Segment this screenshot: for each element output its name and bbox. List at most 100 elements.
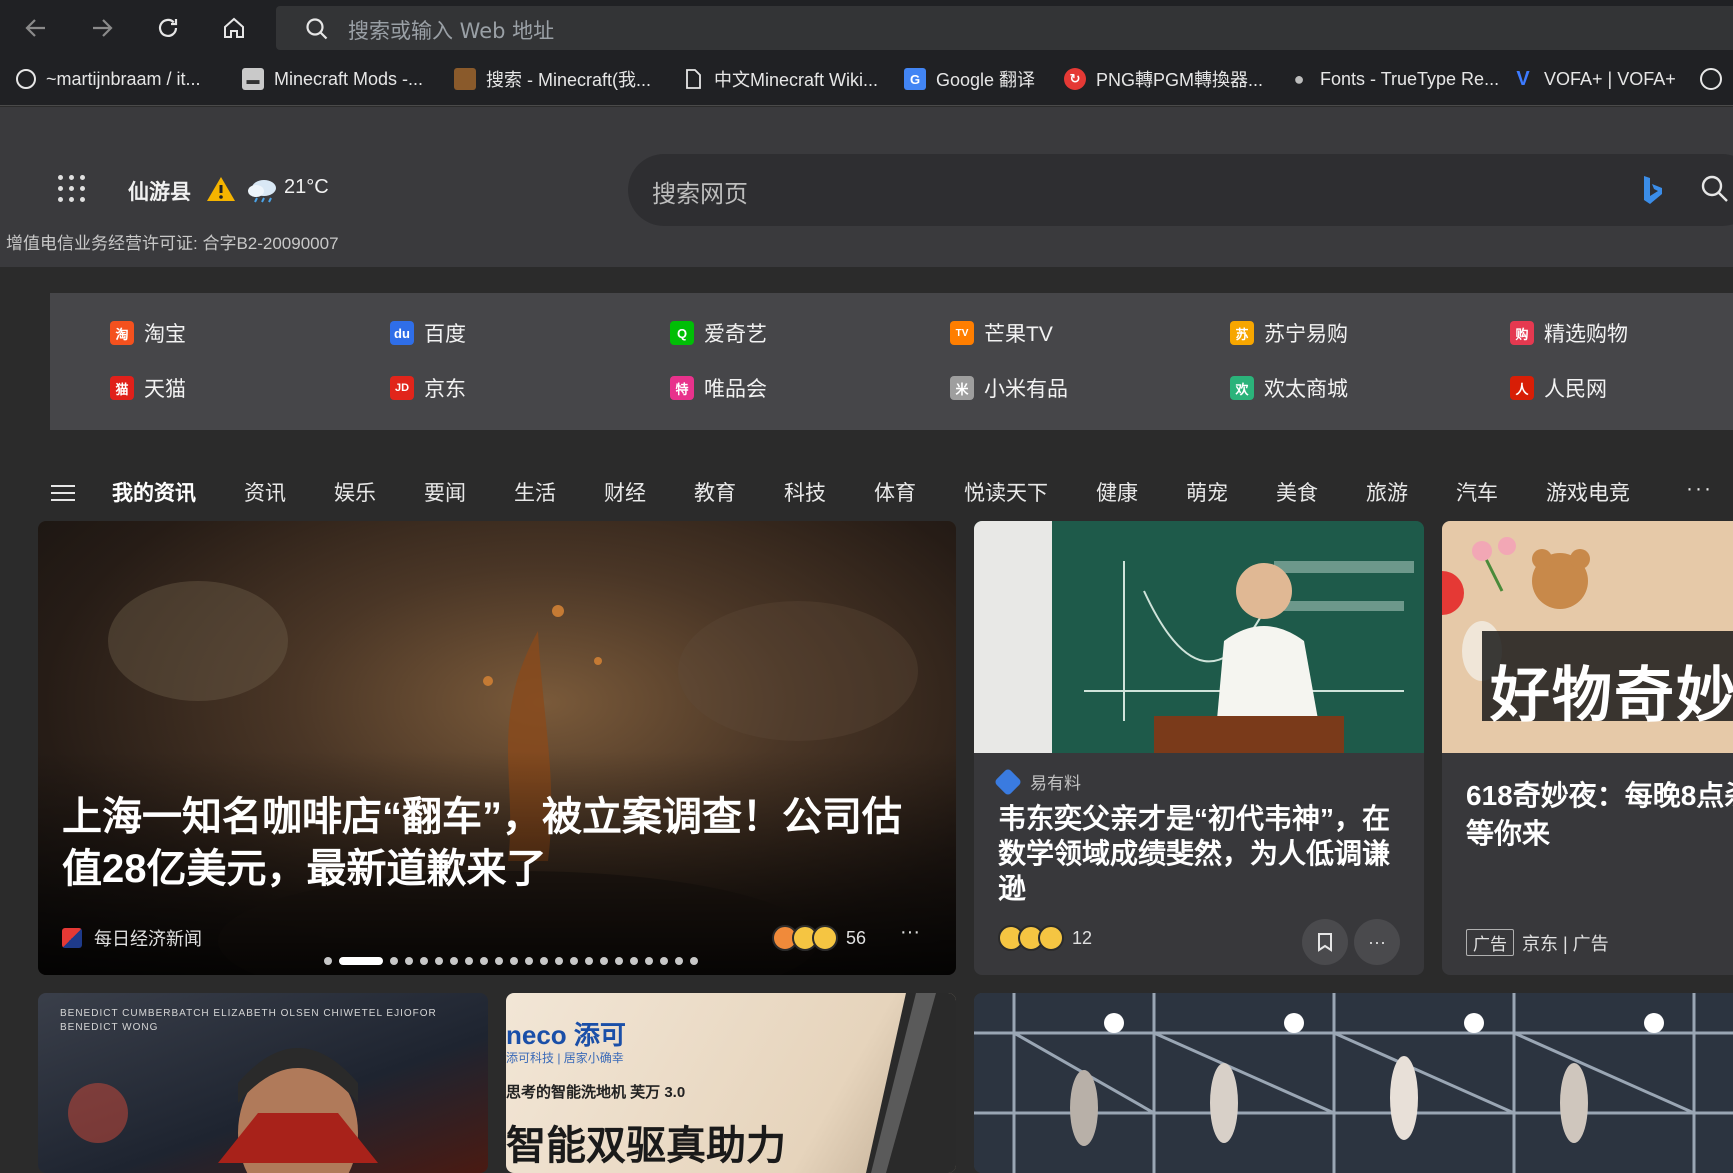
cry-emoji-icon xyxy=(1038,925,1064,951)
bookmark-item[interactable]: V VOFA+ | VOFA+ xyxy=(1512,64,1675,94)
carousel-dot[interactable] xyxy=(510,957,518,965)
quicklink-jd[interactable]: JD 京东 xyxy=(390,373,466,403)
carousel-indicator[interactable] xyxy=(324,957,698,965)
quicklink-taobao[interactable]: 淘淘宝 xyxy=(110,318,186,348)
carousel-dot[interactable] xyxy=(600,957,608,965)
quicklink-people[interactable]: 人人民网 xyxy=(1510,373,1607,403)
tab-food[interactable]: 美食 xyxy=(1276,477,1318,507)
carousel-dot[interactable] xyxy=(540,957,548,965)
carousel-dot[interactable] xyxy=(405,957,413,965)
ad-card-neco[interactable]: neco 添可 添可科技 | 居家小确幸 思考的智能洗地机 芙万 3.0 智能双… xyxy=(506,993,956,1173)
bookmark-item[interactable]: G Google 翻译 xyxy=(904,64,1035,94)
bookmark-label: 搜索 - Minecraft(我... xyxy=(486,70,652,90)
news-card-weidongyi[interactable]: 易有料 韦东奕父亲才是“初代韦神”，在数学领域成绩斐然，为人低调谦逊 12 ··… xyxy=(974,521,1424,975)
tab-finance[interactable]: 财经 xyxy=(604,477,646,507)
carousel-dot[interactable] xyxy=(480,957,488,965)
card3-source[interactable]: 广告 京东 | 广告 xyxy=(1466,929,1609,956)
tab-sports[interactable]: 体育 xyxy=(874,477,916,507)
bookmark-button[interactable] xyxy=(1302,919,1348,965)
forward-button[interactable] xyxy=(82,8,122,48)
quicklink-shopping[interactable]: 购精选购物 xyxy=(1510,318,1628,348)
tab-education[interactable]: 教育 xyxy=(694,477,736,507)
weather-location[interactable]: 仙游县 xyxy=(128,176,191,206)
carousel-dot[interactable] xyxy=(450,957,458,965)
tab-entertainment[interactable]: 娱乐 xyxy=(334,477,376,507)
carousel-dot[interactable] xyxy=(390,957,398,965)
card2-more-button[interactable]: ··· xyxy=(1354,919,1400,965)
search-input[interactable]: 搜索网页 xyxy=(652,174,748,209)
quicklink-heytap[interactable]: 欢欢太商城 xyxy=(1230,373,1348,403)
news-card-concert[interactable] xyxy=(974,993,1733,1173)
quicklink-xiaomi[interactable]: 米小米有品 xyxy=(950,373,1068,403)
bookmark-item[interactable]: ~martijnbraam / it... xyxy=(16,64,201,94)
carousel-dot[interactable] xyxy=(435,957,443,965)
ad-card-jd[interactable]: 好物奇妙 618奇妙夜：每晚8点杀等你来 广告 京东 | 广告 xyxy=(1442,521,1733,975)
carousel-dot[interactable] xyxy=(645,957,653,965)
news-card-movie[interactable]: BENEDICT CUMBERBATCH ELIZABETH OLSEN CHI… xyxy=(38,993,488,1173)
web-search-box[interactable]: 搜索网页 xyxy=(628,154,1733,226)
carousel-dot[interactable] xyxy=(555,957,563,965)
tab-my-news[interactable]: 我的资讯 xyxy=(112,477,196,507)
more-categories-button[interactable]: ··· xyxy=(1686,477,1713,501)
carousel-dot[interactable] xyxy=(585,957,593,965)
tab-auto[interactable]: 汽车 xyxy=(1456,477,1498,507)
tab-news[interactable]: 资讯 xyxy=(244,477,286,507)
quicklink-tmall[interactable]: 猫天猫 xyxy=(110,373,186,403)
hero-source[interactable]: 每日经济新闻 xyxy=(62,925,202,951)
carousel-dot[interactable] xyxy=(570,957,578,965)
carousel-dot[interactable] xyxy=(339,957,383,965)
carousel-dot[interactable] xyxy=(420,957,428,965)
carousel-dot[interactable] xyxy=(525,957,533,965)
address-bar[interactable]: 搜索或输入 Web 地址 xyxy=(276,6,1733,50)
back-button[interactable] xyxy=(16,8,56,48)
temperature[interactable]: 21°C xyxy=(284,176,329,199)
carousel-dot[interactable] xyxy=(465,957,473,965)
license-text[interactable]: 增值电信业务经营许可证: 合字B2-20090007 xyxy=(6,229,339,254)
tab-headlines[interactable]: 要闻 xyxy=(424,477,466,507)
menu-icon[interactable] xyxy=(50,483,76,503)
bookmark-item[interactable]: ↻ PNG轉PGM轉換器... xyxy=(1064,64,1263,94)
bookmark-item[interactable]: ● Fonts - TrueType Re... xyxy=(1288,64,1500,94)
quicklink-label: 淘宝 xyxy=(144,323,186,346)
hero-reactions[interactable]: 56 xyxy=(772,925,866,951)
carousel-dot[interactable] xyxy=(675,957,683,965)
home-button[interactable] xyxy=(214,8,254,48)
refresh-button[interactable] xyxy=(148,8,188,48)
card2-title[interactable]: 韦东奕父亲才是“初代韦神”，在数学领域成绩斐然，为人低调谦逊 xyxy=(998,801,1408,906)
hero-more-button[interactable]: ··· xyxy=(900,921,920,944)
bookmark-item[interactable]: ▬ Minecraft Mods -... xyxy=(242,64,423,94)
tab-life[interactable]: 生活 xyxy=(514,477,556,507)
card2-reactions[interactable]: 12 xyxy=(998,925,1092,951)
quicklink-baidu[interactable]: du 百度 xyxy=(390,318,466,348)
tab-reading[interactable]: 悦读天下 xyxy=(964,477,1048,507)
warning-icon[interactable] xyxy=(205,175,237,203)
hero-news-card[interactable]: 上海一知名咖啡店“翻车”，被立案调查！公司估值28亿美元，最新道歉来了 每日经济… xyxy=(38,521,956,975)
github-bookmark[interactable] xyxy=(1700,64,1732,94)
quicklink-suning[interactable]: 苏苏宁易购 xyxy=(1230,318,1348,348)
bing-logo-icon[interactable] xyxy=(1640,174,1666,206)
tab-travel[interactable]: 旅游 xyxy=(1366,477,1408,507)
hero-title[interactable]: 上海一知名咖啡店“翻车”，被立案调查！公司估值28亿美元，最新道歉来了 xyxy=(62,791,922,895)
card2-source[interactable]: 易有料 xyxy=(993,767,1081,796)
apple-icon: ● xyxy=(1293,68,1305,89)
tab-pets[interactable]: 萌宠 xyxy=(1186,477,1228,507)
apps-grid-button[interactable] xyxy=(58,175,86,203)
search-icon[interactable] xyxy=(1700,174,1730,204)
tab-tech[interactable]: 科技 xyxy=(784,477,826,507)
carousel-dot[interactable] xyxy=(630,957,638,965)
quicklink-iqiyi[interactable]: Q 爱奇艺 xyxy=(670,318,767,348)
address-input[interactable]: 搜索或输入 Web 地址 xyxy=(348,15,554,45)
carousel-dot[interactable] xyxy=(660,957,668,965)
tab-health[interactable]: 健康 xyxy=(1096,477,1138,507)
carousel-dot[interactable] xyxy=(690,957,698,965)
carousel-dot[interactable] xyxy=(495,957,503,965)
carousel-dot[interactable] xyxy=(615,957,623,965)
card3-title[interactable]: 618奇妙夜：每晚8点杀等你来 xyxy=(1466,777,1733,853)
quicklink-vip[interactable]: 特唯品会 xyxy=(670,373,767,403)
tab-games[interactable]: 游戏电竞 xyxy=(1546,477,1630,507)
bookmark-item[interactable]: 中文Minecraft Wiki... xyxy=(682,64,878,94)
xiaomi-icon: 米 xyxy=(950,376,974,400)
quicklink-mangotv[interactable]: TV 芒果TV xyxy=(950,318,1053,348)
carousel-dot[interactable] xyxy=(324,957,332,965)
bookmark-item[interactable]: 搜索 - Minecraft(我... xyxy=(454,64,651,94)
